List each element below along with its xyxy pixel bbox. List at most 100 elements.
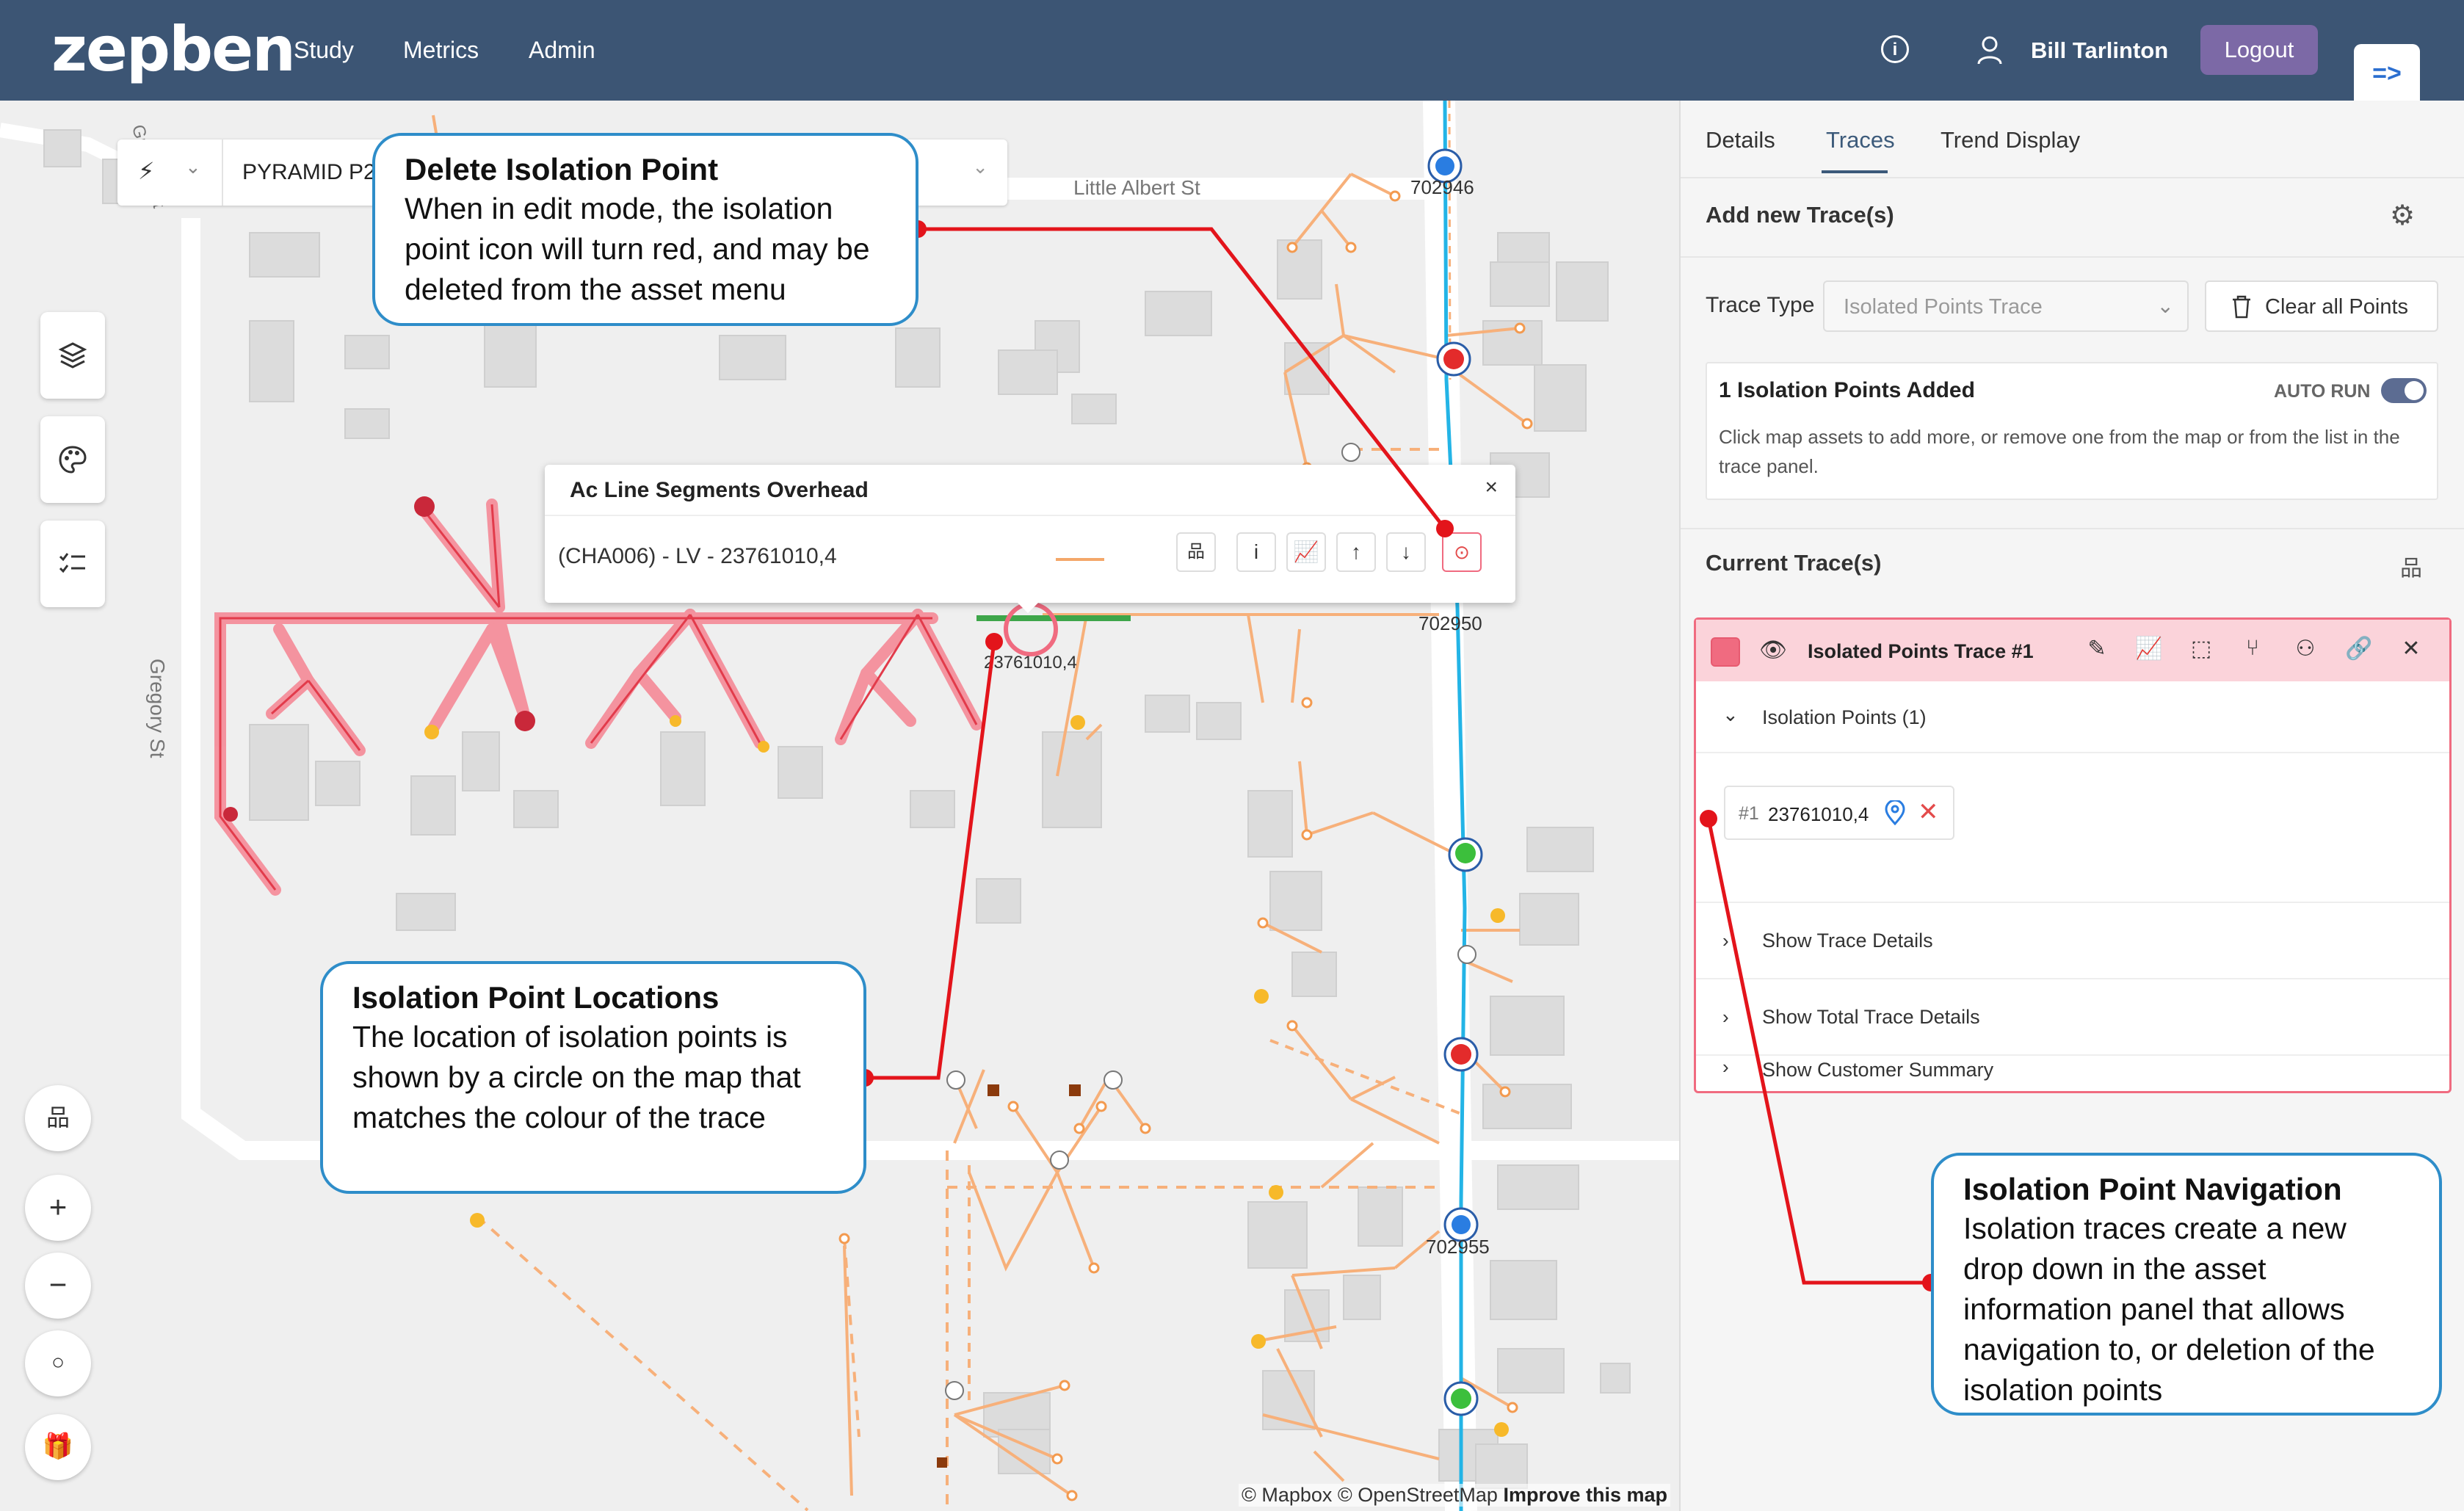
- trace-card: 👁 Isolated Points Trace #1 ✎ 📈 ⬚ ⑂ ⚇ 🔗 ✕…: [1694, 617, 2452, 1093]
- tab-details[interactable]: Details: [1706, 127, 1775, 153]
- gift-icon: 🎁: [42, 1432, 74, 1460]
- row-label: Show Total Trace Details: [1762, 1006, 1980, 1028]
- eye-icon[interactable]: 👁: [1759, 637, 1787, 663]
- trace-type-label: Trace Type: [1706, 293, 1815, 317]
- chart-icon[interactable]: 📈: [1286, 532, 1326, 572]
- chevron-down-icon[interactable]: ⌄: [185, 156, 201, 178]
- chip-asset-id: 23761010,4: [1768, 803, 1869, 825]
- chevron-down-icon: ⌄: [1722, 703, 1739, 725]
- row-label: Show Trace Details: [1762, 930, 1933, 952]
- user-icon[interactable]: [1976, 35, 2003, 65]
- select-icon[interactable]: ⬚: [2188, 636, 2214, 662]
- callout-text: When in edit mode, the isolation point i…: [405, 192, 870, 306]
- popup-title: Ac Line Segments Overhead: [570, 478, 869, 502]
- street-label: Gregory St: [146, 659, 169, 758]
- divider: [222, 139, 223, 206]
- nav-admin[interactable]: Admin: [529, 37, 595, 64]
- chevron-down-icon[interactable]: ⌄: [972, 156, 988, 178]
- asset-id: (CHA006) - LV - 23761010,4: [558, 544, 837, 568]
- network-icon[interactable]: 品: [2400, 550, 2422, 582]
- hierarchy-icon[interactable]: 品: [1176, 532, 1216, 572]
- plus-icon: +: [48, 1189, 68, 1224]
- street-label: Little Albert St: [1073, 176, 1200, 199]
- improve-map-link[interactable]: Improve this map: [1503, 1484, 1667, 1506]
- info-button[interactable]: i: [1236, 532, 1276, 572]
- close-icon[interactable]: ×: [1485, 475, 1498, 500]
- gift-button[interactable]: 🎁: [25, 1414, 91, 1480]
- asset-popup: Ac Line Segments Overhead × (CHA006) - L…: [545, 465, 1515, 613]
- divider: [1681, 528, 2464, 529]
- auto-run-toggle[interactable]: [2381, 378, 2427, 403]
- row-label: Show Customer Summary: [1762, 1059, 1994, 1081]
- link-icon[interactable]: 🔗: [2345, 636, 2372, 662]
- isolation-points-label: Isolation Points (1): [1762, 706, 1927, 728]
- callout-isolation-point-locations: Isolation Point Locations The location o…: [320, 961, 866, 1194]
- trace-type-value: Isolated Points Trace: [1844, 295, 2043, 319]
- panel-toggle-icon[interactable]: =>: [2354, 44, 2420, 103]
- checklist-button[interactable]: [40, 521, 105, 607]
- arrow-down-icon[interactable]: ↓: [1386, 532, 1426, 572]
- top-bar: zepben Study Metrics Admin i Bill Tarlin…: [0, 0, 2464, 103]
- show-total-trace-details-row[interactable]: › Show Total Trace Details: [1696, 979, 2449, 1056]
- remove-isolation-point-icon[interactable]: ✕: [1918, 797, 1939, 827]
- zoom-in-button[interactable]: +: [25, 1175, 91, 1241]
- nav-study[interactable]: Study: [294, 37, 354, 64]
- clear-all-points-button[interactable]: Clear all Points: [2205, 280, 2438, 332]
- isolation-point-pin-icon[interactable]: ⊙: [1442, 532, 1482, 572]
- feeder-search-input[interactable]: PYRAMID P2: [242, 160, 376, 185]
- clear-all-points-label: Clear all Points: [2265, 295, 2409, 319]
- divider: [1681, 177, 2464, 178]
- app-logo: zepben: [51, 13, 296, 85]
- chart-icon[interactable]: 📈: [2135, 636, 2162, 662]
- asset-label[interactable]: 702955: [1426, 1236, 1490, 1258]
- edit-icon[interactable]: ✎: [2084, 636, 2110, 662]
- callout-title: Isolation Point Locations: [352, 980, 720, 1015]
- popup-pointer: [1012, 597, 1044, 613]
- callout-title: Delete Isolation Point: [405, 152, 719, 186]
- layers-button[interactable]: [40, 312, 105, 399]
- close-icon[interactable]: ✕: [2398, 636, 2424, 662]
- chevron-down-icon: ⌄: [2156, 294, 2174, 317]
- add-trace-title: Add new Trace(s): [1706, 202, 1894, 228]
- isolation-points-list: #1 23761010,4 ✕: [1696, 753, 2449, 903]
- users-icon[interactable]: ⚇: [2292, 636, 2319, 662]
- layers-icon: [58, 342, 87, 369]
- zoom-out-button[interactable]: −: [25, 1253, 91, 1319]
- arrow-up-icon[interactable]: ↑: [1336, 532, 1376, 572]
- callout-isolation-point-navigation: Isolation Point Navigation Isolation tra…: [1931, 1153, 2442, 1416]
- info-icon[interactable]: i: [1881, 35, 1909, 63]
- trace-color-swatch[interactable]: [1711, 637, 1740, 667]
- asset-label[interactable]: 702946: [1410, 176, 1474, 199]
- tab-trend-display[interactable]: Trend Display: [1941, 127, 2080, 153]
- isolation-points-dropdown[interactable]: ⌄ Isolation Points (1): [1696, 681, 2449, 753]
- isolation-help-text: Click map assets to add more, or remove …: [1719, 426, 2400, 477]
- trace-header: 👁 Isolated Points Trace #1 ✎ 📈 ⬚ ⑂ ⚇ 🔗 ✕: [1696, 620, 2449, 681]
- isolation-point-label[interactable]: 23761010,4: [984, 653, 1077, 673]
- attribution-text[interactable]: © Mapbox © OpenStreetMap: [1242, 1484, 1498, 1506]
- logout-button[interactable]: Logout: [2200, 25, 2318, 75]
- locate-icon: ○: [51, 1350, 65, 1374]
- bolt-icon[interactable]: ⚡: [138, 157, 154, 185]
- isolation-points-status: 1 Isolation Points Added AUTO RUN Click …: [1706, 362, 2438, 500]
- nav-metrics[interactable]: Metrics: [403, 37, 479, 64]
- hierarchy-button[interactable]: 品: [25, 1085, 91, 1151]
- branch-icon[interactable]: ⑂: [2239, 636, 2266, 661]
- isolation-point-chip[interactable]: #1 23761010,4 ✕: [1724, 786, 1954, 840]
- hierarchy-icon: 品: [46, 1104, 70, 1131]
- asset-label[interactable]: 702950: [1418, 612, 1482, 635]
- trash-icon: [2233, 295, 2250, 319]
- show-customer-summary-row[interactable]: › Show Customer Summary: [1696, 1056, 2449, 1091]
- locate-pin-icon[interactable]: [1884, 800, 1906, 825]
- user-name: Bill Tarlinton: [2031, 37, 2169, 63]
- tab-traces[interactable]: Traces: [1826, 127, 1895, 153]
- toggle-knob: [2405, 381, 2424, 400]
- map-attribution: © Mapbox © OpenStreetMap Improve this ma…: [1238, 1484, 1670, 1507]
- chevron-right-icon: ›: [1722, 1006, 1729, 1028]
- palette-button[interactable]: [40, 416, 105, 503]
- trace-type-select[interactable]: Isolated Points Trace ⌄: [1823, 280, 2189, 332]
- trace-name: Isolated Points Trace #1: [1808, 640, 2034, 662]
- locate-button[interactable]: ○: [25, 1330, 91, 1396]
- minus-icon: −: [48, 1267, 68, 1302]
- gear-icon[interactable]: ⚙: [2390, 199, 2415, 232]
- show-trace-details-row[interactable]: › Show Trace Details: [1696, 903, 2449, 979]
